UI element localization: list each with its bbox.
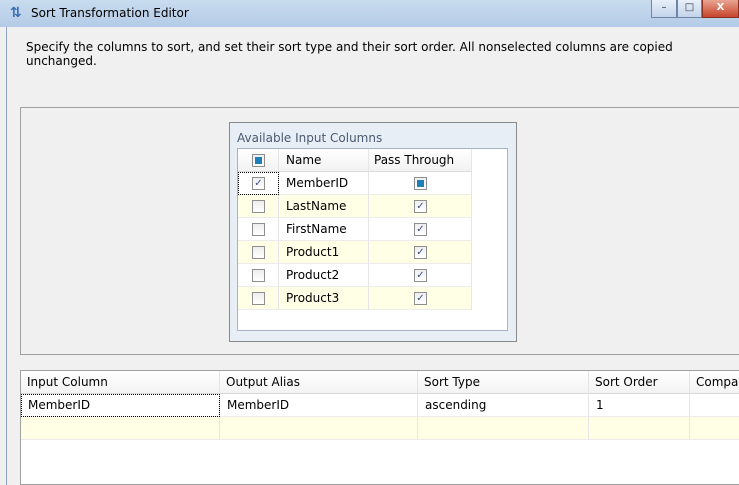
input-column-cell[interactable]: MemberID (21, 394, 220, 417)
list-item: Product1 ✓ (238, 241, 472, 264)
column-name: FirstName (279, 218, 369, 241)
title-bar: ⇅ Sort Transformation Editor – □ X (0, 0, 739, 27)
header-sort-type[interactable]: Sort Type (418, 371, 589, 394)
list-item: FirstName ✓ (238, 218, 472, 241)
sort-icon: ⇅ (10, 5, 22, 21)
column-name: Product3 (279, 287, 369, 310)
column-name: Product2 (279, 264, 369, 287)
header-pass-through[interactable]: Pass Through (369, 149, 472, 172)
header-comparison-flags[interactable]: Compa (690, 371, 739, 394)
sort-type-cell[interactable]: ascending (418, 394, 589, 417)
description-text: Specify the columns to sort, and set the… (26, 40, 673, 68)
list-item: Product3 ✓ (238, 287, 472, 310)
empty-cell[interactable] (418, 417, 589, 440)
pass-through-checkbox[interactable]: ✓ (414, 269, 427, 282)
window-title: Sort Transformation Editor (31, 6, 189, 20)
empty-cell[interactable] (589, 417, 690, 440)
select-column-checkbox[interactable] (252, 269, 265, 282)
empty-cell[interactable] (21, 417, 220, 440)
list-item: ✓ MemberID (238, 172, 472, 195)
header-output-alias[interactable]: Output Alias (220, 371, 418, 394)
sort-order-cell[interactable]: 1 (589, 394, 690, 417)
pass-through-checkbox[interactable]: ✓ (414, 223, 427, 236)
column-name: LastName (279, 195, 369, 218)
select-column-checkbox[interactable] (252, 246, 265, 259)
new-row[interactable] (21, 417, 739, 440)
header-sort-order[interactable]: Sort Order (589, 371, 690, 394)
pass-through-checkbox[interactable]: ✓ (414, 246, 427, 259)
minimize-button[interactable]: – (651, 0, 677, 18)
header-name[interactable]: Name (279, 149, 369, 172)
header-input-column[interactable]: Input Column (21, 371, 220, 394)
select-column-checkbox[interactable] (252, 223, 265, 236)
select-column-checkbox[interactable] (252, 292, 265, 305)
table-row: MemberID MemberID ascending 1 (21, 394, 739, 417)
available-input-columns: Available Input Columns Name Pass Throug… (229, 122, 517, 342)
select-all-checkbox[interactable] (252, 154, 265, 167)
empty-cell[interactable] (690, 417, 739, 440)
group-title: Available Input Columns (237, 131, 383, 145)
sort-columns-grid: Input Column Output Alias Sort Type Sort… (20, 370, 739, 485)
select-column-checkbox[interactable]: ✓ (252, 177, 265, 190)
available-columns-grid: Name Pass Through ✓ MemberID LastName ✓ … (237, 148, 508, 331)
column-name: MemberID (279, 172, 369, 195)
pass-through-checkbox[interactable]: ✓ (414, 200, 427, 213)
list-item: Product2 ✓ (238, 264, 472, 287)
output-alias-cell[interactable]: MemberID (220, 394, 418, 417)
comparison-flags-cell[interactable] (690, 394, 739, 417)
close-button[interactable]: X (702, 0, 739, 18)
column-name: Product1 (279, 241, 369, 264)
empty-cell[interactable] (220, 417, 418, 440)
pass-through-checkbox[interactable]: ✓ (414, 292, 427, 305)
list-item: LastName ✓ (238, 195, 472, 218)
maximize-button[interactable]: □ (677, 0, 702, 18)
grid-header: Name Pass Through (238, 149, 472, 172)
pass-through-checkbox[interactable] (414, 177, 427, 190)
grid-header: Input Column Output Alias Sort Type Sort… (21, 371, 739, 394)
select-column-checkbox[interactable] (252, 200, 265, 213)
